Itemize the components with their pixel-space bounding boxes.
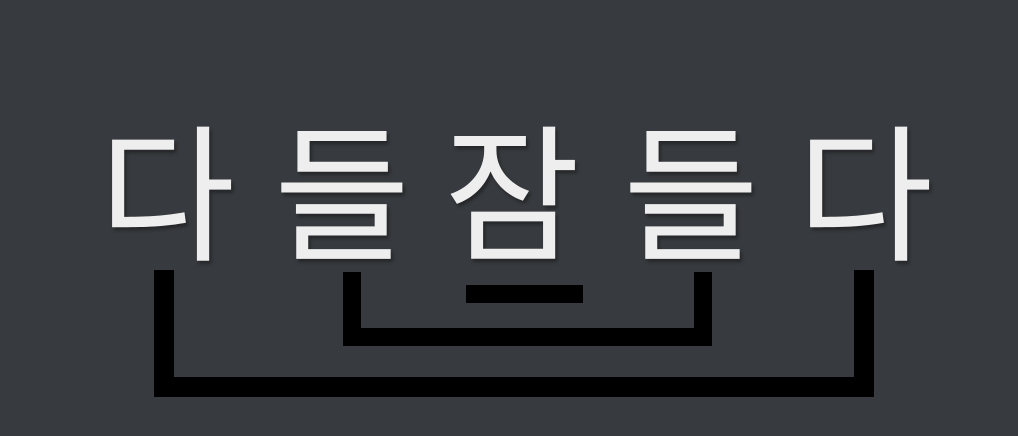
inner-bracket <box>343 272 712 346</box>
palindrome-diagram: 다 들 잠 들 다 <box>0 0 1018 436</box>
mirror-brackets <box>154 270 874 397</box>
center-marker <box>466 285 583 303</box>
